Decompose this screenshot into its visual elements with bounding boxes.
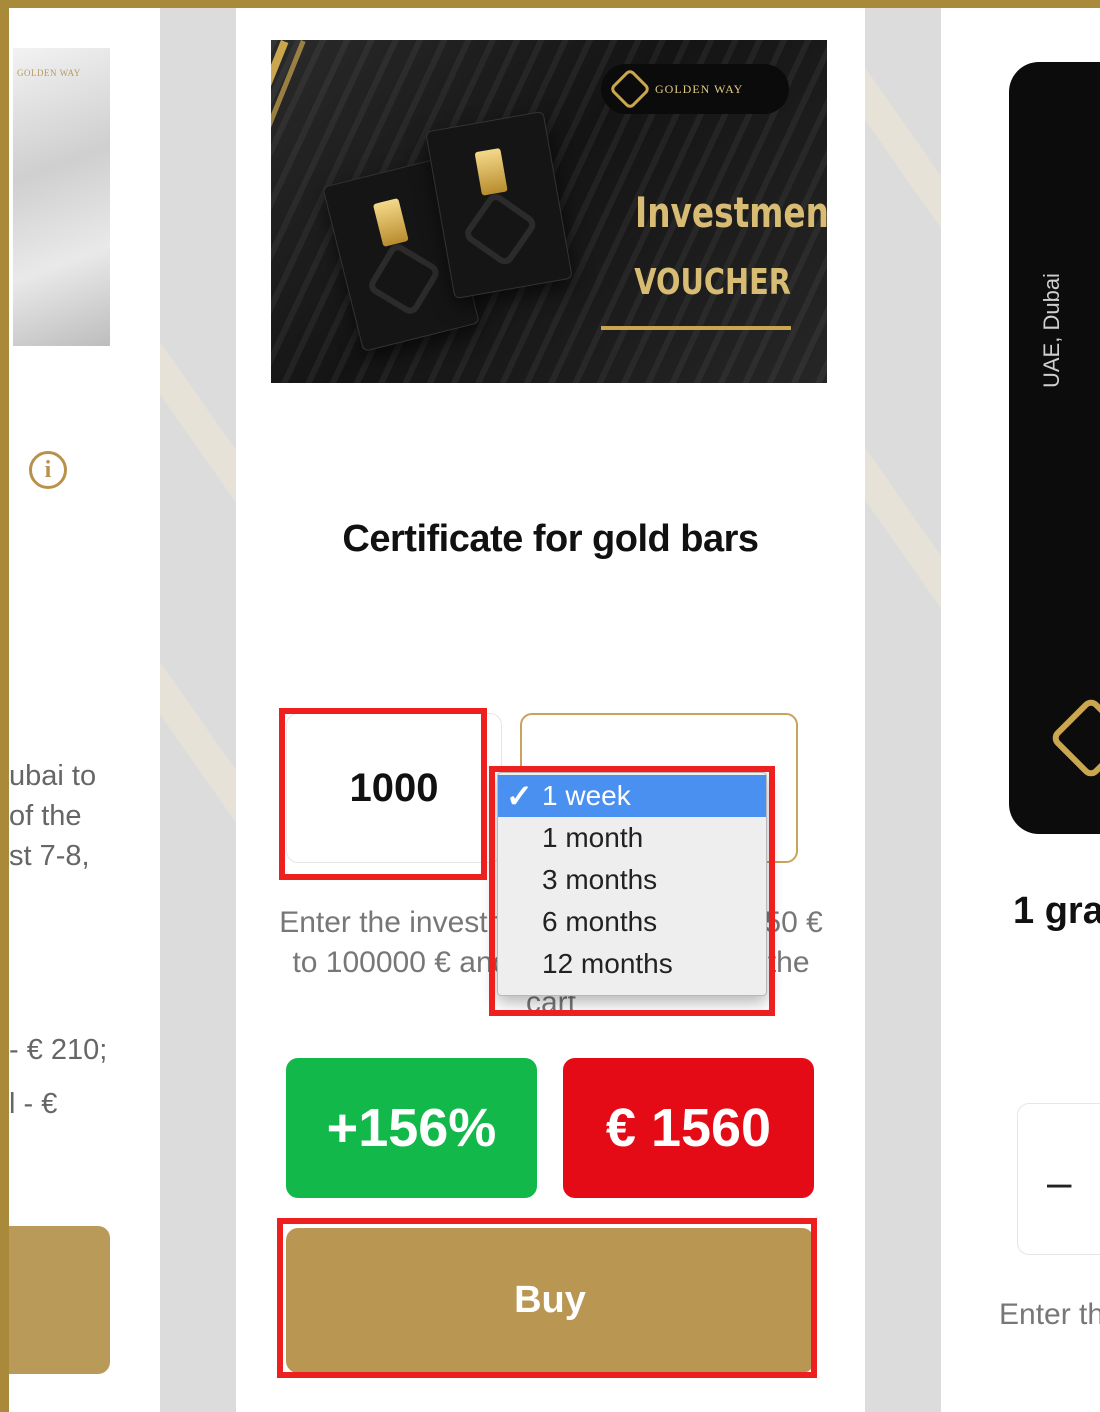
grey-separator-left — [160, 8, 236, 1412]
left-description: ubai to of the st 7-8, — [9, 756, 96, 876]
left-product-card: GOLDEN WAY i ubai to of the st 7-8, - € … — [9, 8, 160, 1412]
period-option-label: 12 months — [542, 948, 673, 979]
left-price-line: l - € — [9, 1088, 58, 1120]
buy-button[interactable]: Buy — [286, 1228, 814, 1373]
period-option-label: 1 month — [542, 822, 644, 853]
left-prices: - € 210; l - € — [9, 1023, 107, 1131]
left-desc-line: of the — [9, 800, 82, 832]
left-desc-line: ubai to — [9, 760, 97, 792]
period-option[interactable]: 6 months — [498, 901, 766, 943]
period-option-selected[interactable]: ✓ 1 week — [498, 775, 766, 817]
image-caption: UAE, Dubai — [1039, 273, 1064, 388]
right-product-card: UAE, Dubai 1 gram – Enter th — [941, 8, 1100, 1412]
minus-button[interactable]: – — [1047, 1158, 1071, 1208]
checkmark-icon: ✓ — [506, 778, 533, 814]
golden-way-badge: GOLDEN WAY — [601, 64, 789, 114]
right-help-text: Enter th — [999, 1298, 1100, 1331]
golden-way-logo-icon — [608, 67, 652, 111]
left-price-line: - € 210; — [9, 1034, 108, 1066]
hero-headline: Investment — [635, 188, 827, 237]
product-title: Certificate for gold bars — [342, 518, 759, 560]
investment-voucher-image: GOLDEN WAY Investment VOUCHER — [271, 40, 827, 383]
profit-amount-badge: € 1560 — [563, 1058, 814, 1198]
period-option-label: 1 week — [542, 780, 631, 811]
left-buy-button[interactable] — [9, 1226, 110, 1374]
grey-separator-right — [865, 8, 941, 1412]
period-option[interactable]: 3 months — [498, 859, 766, 901]
info-icon[interactable]: i — [29, 451, 67, 489]
period-option[interactable]: 1 month — [498, 817, 766, 859]
left-product-image: GOLDEN WAY — [13, 48, 110, 346]
profit-percent-badge: +156% — [286, 1058, 537, 1198]
frame-left-border — [0, 0, 9, 1412]
period-option[interactable]: 12 months — [498, 943, 766, 985]
right-product-title: 1 gram — [1013, 890, 1100, 932]
left-image-brand: GOLDEN WAY — [17, 68, 81, 78]
left-desc-line: st 7-8, — [9, 840, 90, 872]
badge-text: GOLDEN WAY — [655, 81, 744, 96]
frame-top-border — [0, 0, 1100, 8]
hero-subheadline: VOUCHER — [634, 262, 791, 303]
certificate-product-card: GOLDEN WAY Investment VOUCHER Certificat… — [236, 8, 865, 1412]
period-option-label: 3 months — [542, 864, 658, 895]
period-dropdown-list: ✓ 1 week 1 month 3 months 6 months 12 mo… — [497, 772, 767, 996]
period-option-label: 6 months — [542, 906, 658, 937]
investment-amount-input[interactable]: 1000 — [286, 713, 502, 863]
hero-underline — [601, 326, 791, 330]
